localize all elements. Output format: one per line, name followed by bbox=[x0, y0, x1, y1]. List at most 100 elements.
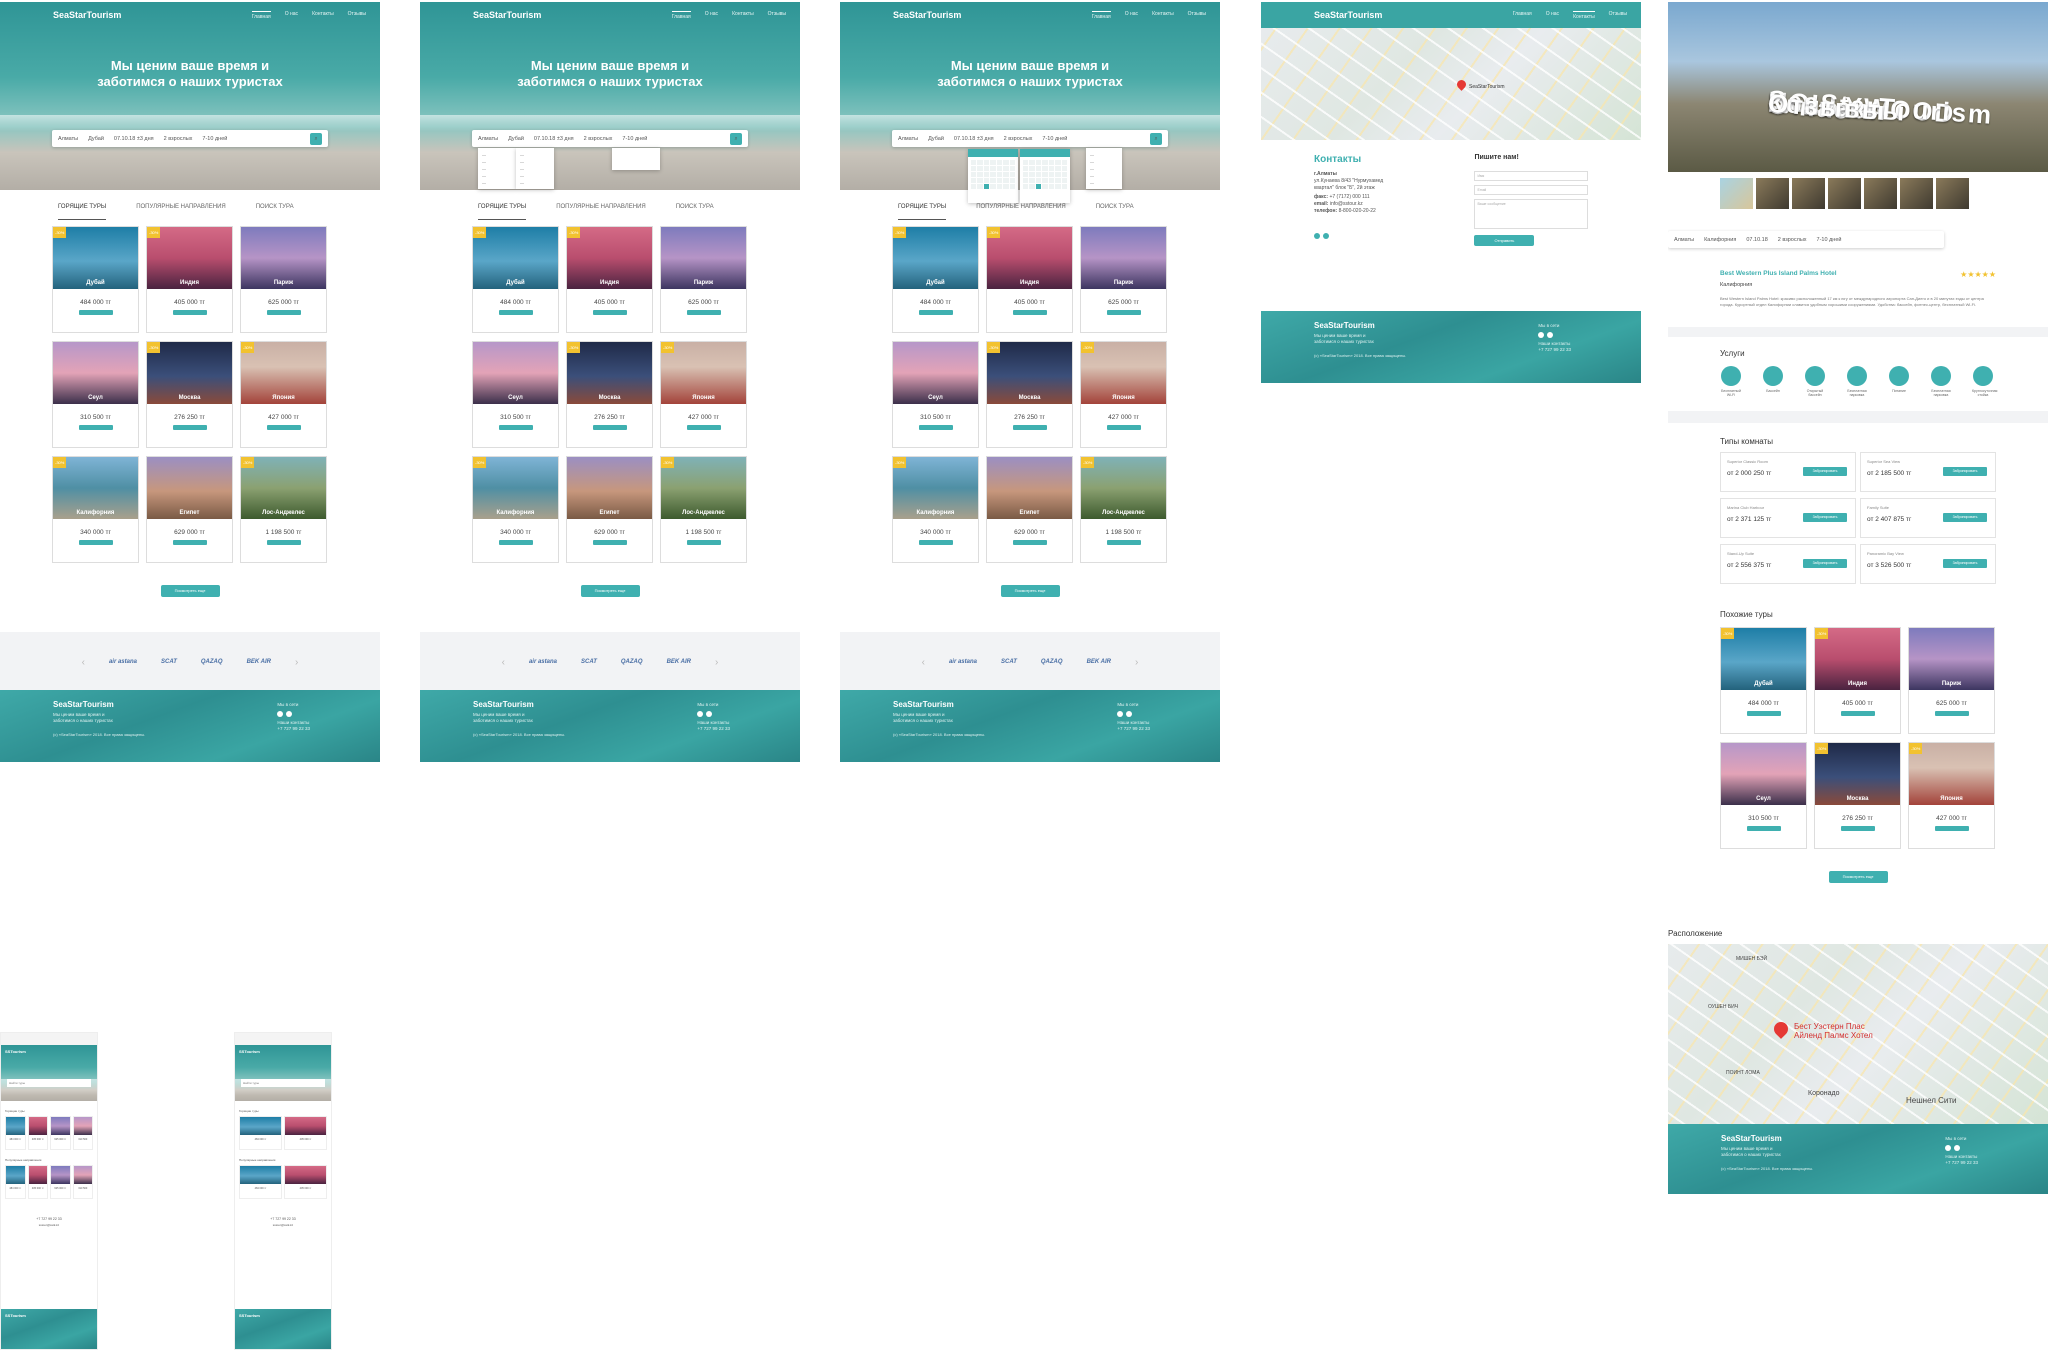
tour-card[interactable]: Париж 625 000 тг bbox=[660, 226, 747, 333]
tour-image[interactable]: Сеул bbox=[53, 342, 138, 404]
nav-reviews[interactable]: Отзывы bbox=[768, 11, 786, 20]
tab[interactable]: ПОПУЛЯРНЫЕ НАПРАВЛЕНИЯ bbox=[556, 204, 646, 220]
nav-contacts[interactable]: Контакты bbox=[1573, 10, 1595, 20]
tour-image[interactable]: -30% Калифорния bbox=[53, 457, 138, 519]
facebook-icon[interactable] bbox=[1314, 233, 1320, 239]
tour-card[interactable]: -30% Япония 427 000 тг bbox=[240, 341, 327, 448]
nav-home[interactable]: Главная bbox=[671, 10, 691, 20]
dropdown-option[interactable]: — bbox=[1090, 179, 1118, 186]
calendar-day[interactable] bbox=[1035, 172, 1042, 177]
facebook-icon[interactable] bbox=[697, 711, 704, 717]
search-nights[interactable]: 7-10 дней bbox=[1042, 136, 1067, 142]
calendar-day[interactable] bbox=[990, 172, 996, 177]
name-field[interactable]: Имя bbox=[1474, 171, 1588, 181]
calendar-day[interactable] bbox=[1035, 184, 1042, 189]
logo[interactable]: SSTourism bbox=[5, 1049, 26, 1054]
calendar-day[interactable] bbox=[990, 178, 996, 183]
tour-image[interactable]: Египет bbox=[567, 457, 652, 519]
search-to[interactable]: Дубай bbox=[508, 136, 524, 142]
calendar-day[interactable] bbox=[971, 160, 977, 165]
tour-more-button[interactable] bbox=[1840, 711, 1875, 716]
tour-more-button[interactable] bbox=[172, 425, 207, 430]
tour-image[interactable]: -30% Индия bbox=[987, 227, 1072, 289]
tour-more-button[interactable] bbox=[498, 540, 533, 545]
calendar-day[interactable] bbox=[971, 184, 977, 189]
tour-image[interactable]: -30% Москва bbox=[567, 342, 652, 404]
mobile-tour-card[interactable]: 310 500 bbox=[72, 1165, 93, 1199]
calendar-day[interactable] bbox=[1023, 184, 1029, 189]
calendar-day[interactable] bbox=[1009, 178, 1015, 183]
thumb[interactable] bbox=[1756, 178, 1789, 209]
nights-dropdown[interactable]: — — — — — bbox=[1086, 148, 1122, 189]
calendar-day[interactable] bbox=[983, 178, 990, 183]
calendar-day[interactable] bbox=[1003, 184, 1009, 189]
tour-image[interactable]: -30% Индия bbox=[147, 227, 232, 289]
calendar-day[interactable] bbox=[996, 172, 1003, 177]
nav-about[interactable]: О нас bbox=[1125, 11, 1138, 20]
dropdown-option[interactable]: — bbox=[520, 151, 550, 158]
contacts-map[interactable]: SeaStarTourism Главная О нас Контакты От… bbox=[1261, 2, 1641, 140]
thumb[interactable] bbox=[1792, 178, 1825, 209]
calendar-day[interactable] bbox=[971, 166, 977, 171]
calendar-day[interactable] bbox=[990, 160, 996, 165]
calendar-day[interactable] bbox=[1055, 166, 1061, 171]
tour-more-button[interactable] bbox=[592, 310, 627, 315]
calendar-day[interactable] bbox=[1003, 172, 1009, 177]
dropdown-option[interactable]: — bbox=[520, 172, 550, 179]
calendar-day[interactable] bbox=[1009, 184, 1015, 189]
search-bar[interactable]: Алматы Дубай 07.10.18 ±3 дня 2 взрослых 7-10… bbox=[52, 130, 328, 147]
nav-reviews[interactable]: Отзывы bbox=[1188, 11, 1206, 20]
tour-more-button[interactable] bbox=[498, 310, 533, 315]
mobile-search-input[interactable]: Найти туры bbox=[241, 1079, 325, 1087]
calendar-day[interactable] bbox=[1029, 172, 1035, 177]
guests-dropdown[interactable] bbox=[612, 148, 660, 170]
footer-logo[interactable]: SSTourism bbox=[1, 1309, 97, 1322]
book-button[interactable]: Забронировать bbox=[1943, 467, 1987, 476]
calendar-day[interactable] bbox=[1035, 166, 1042, 171]
calendar-day[interactable] bbox=[977, 184, 983, 189]
tour-card[interactable]: Париж 625 000 тг bbox=[1080, 226, 1167, 333]
mobile-tour-card[interactable]: 484 000 тг bbox=[239, 1116, 282, 1150]
nav-contacts[interactable]: Контакты bbox=[312, 11, 334, 20]
tour-more-button[interactable] bbox=[1840, 826, 1875, 831]
logo[interactable]: SSTourism bbox=[239, 1049, 260, 1054]
calendar-day[interactable] bbox=[1055, 184, 1061, 189]
search-button[interactable]: ⌕ bbox=[730, 132, 742, 145]
tab[interactable]: ГОРЯЩИЕ ТУРЫ bbox=[478, 204, 527, 220]
dropdown-option[interactable]: — bbox=[482, 179, 512, 186]
calendar-day[interactable] bbox=[1023, 172, 1029, 177]
calendar-day[interactable] bbox=[971, 172, 977, 177]
calendar-day[interactable] bbox=[996, 184, 1003, 189]
dropdown-option[interactable]: — bbox=[520, 158, 550, 165]
tour-image[interactable]: -30% Япония bbox=[241, 342, 326, 404]
calendar-day[interactable] bbox=[983, 166, 990, 171]
tour-image[interactable]: -30% Япония bbox=[661, 342, 746, 404]
tour-card[interactable]: -30% Япония 427 000 тг bbox=[1080, 341, 1167, 448]
dropdown-option[interactable]: — bbox=[482, 158, 512, 165]
tour-more-button[interactable] bbox=[1012, 310, 1047, 315]
search-date[interactable]: 07.10.18 ±3 дня bbox=[534, 136, 574, 142]
tour-more-button[interactable] bbox=[1106, 310, 1141, 315]
chevron-left-icon[interactable]: ‹ bbox=[82, 657, 85, 668]
thumb[interactable] bbox=[1936, 178, 1969, 209]
hotel-search-bar[interactable]: Алматы Калифорния 07.10.18 2 взрослых 7-… bbox=[1668, 231, 1944, 248]
tour-image[interactable]: -30% Япония bbox=[1081, 342, 1166, 404]
search-nights[interactable]: 7-10 дней bbox=[202, 136, 227, 142]
calendar-day[interactable] bbox=[1003, 178, 1009, 183]
tour-more-button[interactable] bbox=[918, 425, 953, 430]
logo[interactable]: SeaStarTourism bbox=[53, 10, 121, 20]
facebook-icon[interactable] bbox=[1945, 1145, 1952, 1151]
mobile-tour-card[interactable]: 625 000 тг bbox=[50, 1165, 71, 1199]
thumb[interactable] bbox=[1828, 178, 1861, 209]
tour-image[interactable]: Сеул bbox=[473, 342, 558, 404]
calendar-day[interactable] bbox=[1023, 178, 1029, 183]
nav-home[interactable]: Главная bbox=[1091, 10, 1111, 20]
tour-card[interactable]: -30% Дубай 484 000 тг bbox=[1720, 627, 1807, 734]
search-to[interactable]: Калифорния bbox=[1704, 237, 1736, 243]
tour-more-button[interactable] bbox=[266, 310, 301, 315]
calendar-day[interactable] bbox=[977, 172, 983, 177]
tour-card[interactable]: -30% Индия 405 000 тг bbox=[566, 226, 653, 333]
calendar-day[interactable] bbox=[977, 160, 983, 165]
calendar-day[interactable] bbox=[1061, 178, 1067, 183]
nav-about[interactable]: О нас bbox=[1546, 11, 1559, 20]
